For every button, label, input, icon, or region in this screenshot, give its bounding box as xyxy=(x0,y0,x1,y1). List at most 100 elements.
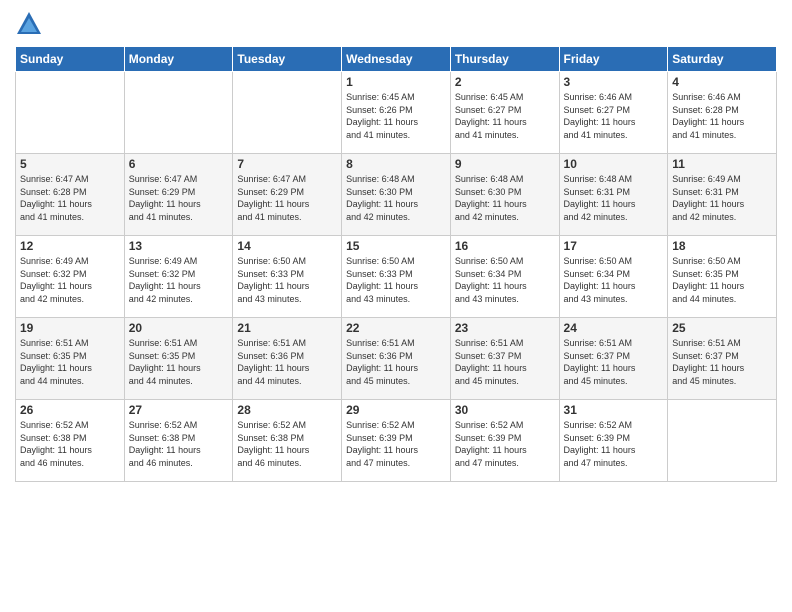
day-header: Sunday xyxy=(16,47,125,72)
calendar-cell: 11 Sunrise: 6:49 AM Sunset: 6:31 PM Dayli… xyxy=(668,154,777,236)
day-number: 22 xyxy=(346,321,446,335)
calendar-cell: 30Sunrise: 6:52 AM Sunset: 6:39 PM Dayli… xyxy=(450,400,559,482)
calendar-cell: 20 Sunrise: 6:51 AM Sunset: 6:35 PM Dayli… xyxy=(124,318,233,400)
day-number: 13 xyxy=(129,239,229,253)
calendar-week-row: 5 Sunrise: 6:47 AM Sunset: 6:28 PM Daylig… xyxy=(16,154,777,236)
day-info: Sunrise: 6:52 AM Sunset: 6:38 PM Dayligh… xyxy=(20,419,120,469)
day-info: Sunrise: 6:48 AM Sunset: 6:30 PM Dayligh… xyxy=(346,173,446,223)
day-number: 20 xyxy=(129,321,229,335)
calendar-cell: 25 Sunrise: 6:51 AM Sunset: 6:37 PM Dayli… xyxy=(668,318,777,400)
calendar-cell: 19 Sunrise: 6:51 AM Sunset: 6:35 PM Dayli… xyxy=(16,318,125,400)
day-number: 17 xyxy=(564,239,664,253)
calendar-cell: 26Sunrise: 6:52 AM Sunset: 6:38 PM Dayli… xyxy=(16,400,125,482)
day-info: Sunrise: 6:51 AM Sunset: 6:35 PM Dayligh… xyxy=(20,337,120,387)
day-number: 19 xyxy=(20,321,120,335)
calendar-cell: 23Sunrise: 6:51 AM Sunset: 6:37 PM Dayli… xyxy=(450,318,559,400)
day-info: Sunrise: 6:50 AM Sunset: 6:34 PM Dayligh… xyxy=(455,255,555,305)
day-number: 11 xyxy=(672,157,772,171)
day-info: Sunrise: 6:52 AM Sunset: 6:39 PM Dayligh… xyxy=(346,419,446,469)
day-info: Sunrise: 6:45 AM Sunset: 6:26 PM Dayligh… xyxy=(346,91,446,141)
calendar-week-row: 26Sunrise: 6:52 AM Sunset: 6:38 PM Dayli… xyxy=(16,400,777,482)
day-number: 14 xyxy=(237,239,337,253)
day-header: Thursday xyxy=(450,47,559,72)
day-number: 16 xyxy=(455,239,555,253)
day-header: Monday xyxy=(124,47,233,72)
day-info: Sunrise: 6:49 AM Sunset: 6:32 PM Dayligh… xyxy=(129,255,229,305)
day-number: 3 xyxy=(564,75,664,89)
calendar-cell xyxy=(124,72,233,154)
day-number: 29 xyxy=(346,403,446,417)
calendar-cell: 12Sunrise: 6:49 AM Sunset: 6:32 PM Dayli… xyxy=(16,236,125,318)
calendar-cell: 21 Sunrise: 6:51 AM Sunset: 6:36 PM Dayli… xyxy=(233,318,342,400)
day-number: 5 xyxy=(20,157,120,171)
calendar-cell: 9Sunrise: 6:48 AM Sunset: 6:30 PM Daylig… xyxy=(450,154,559,236)
calendar-cell: 28 Sunrise: 6:52 AM Sunset: 6:38 PM Dayli… xyxy=(233,400,342,482)
calendar-cell xyxy=(16,72,125,154)
day-info: Sunrise: 6:52 AM Sunset: 6:39 PM Dayligh… xyxy=(455,419,555,469)
calendar-cell: 7Sunrise: 6:47 AM Sunset: 6:29 PM Daylig… xyxy=(233,154,342,236)
page: SundayMondayTuesdayWednesdayThursdayFrid… xyxy=(0,0,792,612)
calendar-cell: 29 Sunrise: 6:52 AM Sunset: 6:39 PM Dayli… xyxy=(342,400,451,482)
day-info: Sunrise: 6:52 AM Sunset: 6:38 PM Dayligh… xyxy=(129,419,229,469)
day-info: Sunrise: 6:51 AM Sunset: 6:36 PM Dayligh… xyxy=(346,337,446,387)
day-number: 23 xyxy=(455,321,555,335)
day-info: Sunrise: 6:49 AM Sunset: 6:31 PM Dayligh… xyxy=(672,173,772,223)
day-info: Sunrise: 6:46 AM Sunset: 6:27 PM Dayligh… xyxy=(564,91,664,141)
day-header: Tuesday xyxy=(233,47,342,72)
day-info: Sunrise: 6:50 AM Sunset: 6:33 PM Dayligh… xyxy=(237,255,337,305)
day-number: 21 xyxy=(237,321,337,335)
day-info: Sunrise: 6:47 AM Sunset: 6:29 PM Dayligh… xyxy=(129,173,229,223)
calendar-cell: 31 Sunrise: 6:52 AM Sunset: 6:39 PM Dayli… xyxy=(559,400,668,482)
day-info: Sunrise: 6:52 AM Sunset: 6:39 PM Dayligh… xyxy=(564,419,664,469)
calendar: SundayMondayTuesdayWednesdayThursdayFrid… xyxy=(15,46,777,482)
day-number: 10 xyxy=(564,157,664,171)
calendar-cell: 15 Sunrise: 6:50 AM Sunset: 6:33 PM Dayli… xyxy=(342,236,451,318)
day-number: 9 xyxy=(455,157,555,171)
day-number: 27 xyxy=(129,403,229,417)
day-header: Saturday xyxy=(668,47,777,72)
day-info: Sunrise: 6:45 AM Sunset: 6:27 PM Dayligh… xyxy=(455,91,555,141)
day-number: 25 xyxy=(672,321,772,335)
day-number: 8 xyxy=(346,157,446,171)
calendar-week-row: 12 Sunrise: 6:49 AM Sunset: 6:32 PM Dayli… xyxy=(16,236,777,318)
day-info: Sunrise: 6:50 AM Sunset: 6:35 PM Dayligh… xyxy=(672,255,772,305)
day-header: Wednesday xyxy=(342,47,451,72)
day-number: 15 xyxy=(346,239,446,253)
day-info: Sunrise: 6:48 AM Sunset: 6:31 PM Dayligh… xyxy=(564,173,664,223)
day-number: 1 xyxy=(346,75,446,89)
calendar-cell: 17 Sunrise: 6:50 AM Sunset: 6:34 PM Dayli… xyxy=(559,236,668,318)
calendar-header-row: SundayMondayTuesdayWednesdayThursdayFrid… xyxy=(16,47,777,72)
logo-icon xyxy=(15,10,43,38)
day-info: Sunrise: 6:50 AM Sunset: 6:34 PM Dayligh… xyxy=(564,255,664,305)
calendar-cell xyxy=(668,400,777,482)
calendar-week-row: 1 Sunrise: 6:45 AM Sunset: 6:26 PM Daylig… xyxy=(16,72,777,154)
day-info: Sunrise: 6:50 AM Sunset: 6:33 PM Dayligh… xyxy=(346,255,446,305)
calendar-cell: 6Sunrise: 6:47 AM Sunset: 6:29 PM Daylig… xyxy=(124,154,233,236)
day-info: Sunrise: 6:51 AM Sunset: 6:35 PM Dayligh… xyxy=(129,337,229,387)
day-info: Sunrise: 6:47 AM Sunset: 6:28 PM Dayligh… xyxy=(20,173,120,223)
logo xyxy=(15,10,45,38)
day-number: 12 xyxy=(20,239,120,253)
calendar-cell: 16 Sunrise: 6:50 AM Sunset: 6:34 PM Dayli… xyxy=(450,236,559,318)
calendar-week-row: 19 Sunrise: 6:51 AM Sunset: 6:35 PM Dayli… xyxy=(16,318,777,400)
day-info: Sunrise: 6:51 AM Sunset: 6:37 PM Dayligh… xyxy=(564,337,664,387)
day-number: 28 xyxy=(237,403,337,417)
day-header: Friday xyxy=(559,47,668,72)
header xyxy=(15,10,777,38)
day-number: 31 xyxy=(564,403,664,417)
calendar-cell: 2Sunrise: 6:45 AM Sunset: 6:27 PM Daylig… xyxy=(450,72,559,154)
calendar-cell: 27 Sunrise: 6:52 AM Sunset: 6:38 PM Dayli… xyxy=(124,400,233,482)
calendar-cell: 5 Sunrise: 6:47 AM Sunset: 6:28 PM Daylig… xyxy=(16,154,125,236)
day-number: 24 xyxy=(564,321,664,335)
day-info: Sunrise: 6:51 AM Sunset: 6:37 PM Dayligh… xyxy=(672,337,772,387)
day-number: 18 xyxy=(672,239,772,253)
calendar-cell: 3 Sunrise: 6:46 AM Sunset: 6:27 PM Daylig… xyxy=(559,72,668,154)
calendar-cell: 8 Sunrise: 6:48 AM Sunset: 6:30 PM Daylig… xyxy=(342,154,451,236)
day-number: 7 xyxy=(237,157,337,171)
calendar-cell: 10 Sunrise: 6:48 AM Sunset: 6:31 PM Dayli… xyxy=(559,154,668,236)
day-info: Sunrise: 6:52 AM Sunset: 6:38 PM Dayligh… xyxy=(237,419,337,469)
calendar-cell xyxy=(233,72,342,154)
calendar-cell: 24 Sunrise: 6:51 AM Sunset: 6:37 PM Dayli… xyxy=(559,318,668,400)
day-info: Sunrise: 6:51 AM Sunset: 6:36 PM Dayligh… xyxy=(237,337,337,387)
calendar-cell: 18 Sunrise: 6:50 AM Sunset: 6:35 PM Dayli… xyxy=(668,236,777,318)
